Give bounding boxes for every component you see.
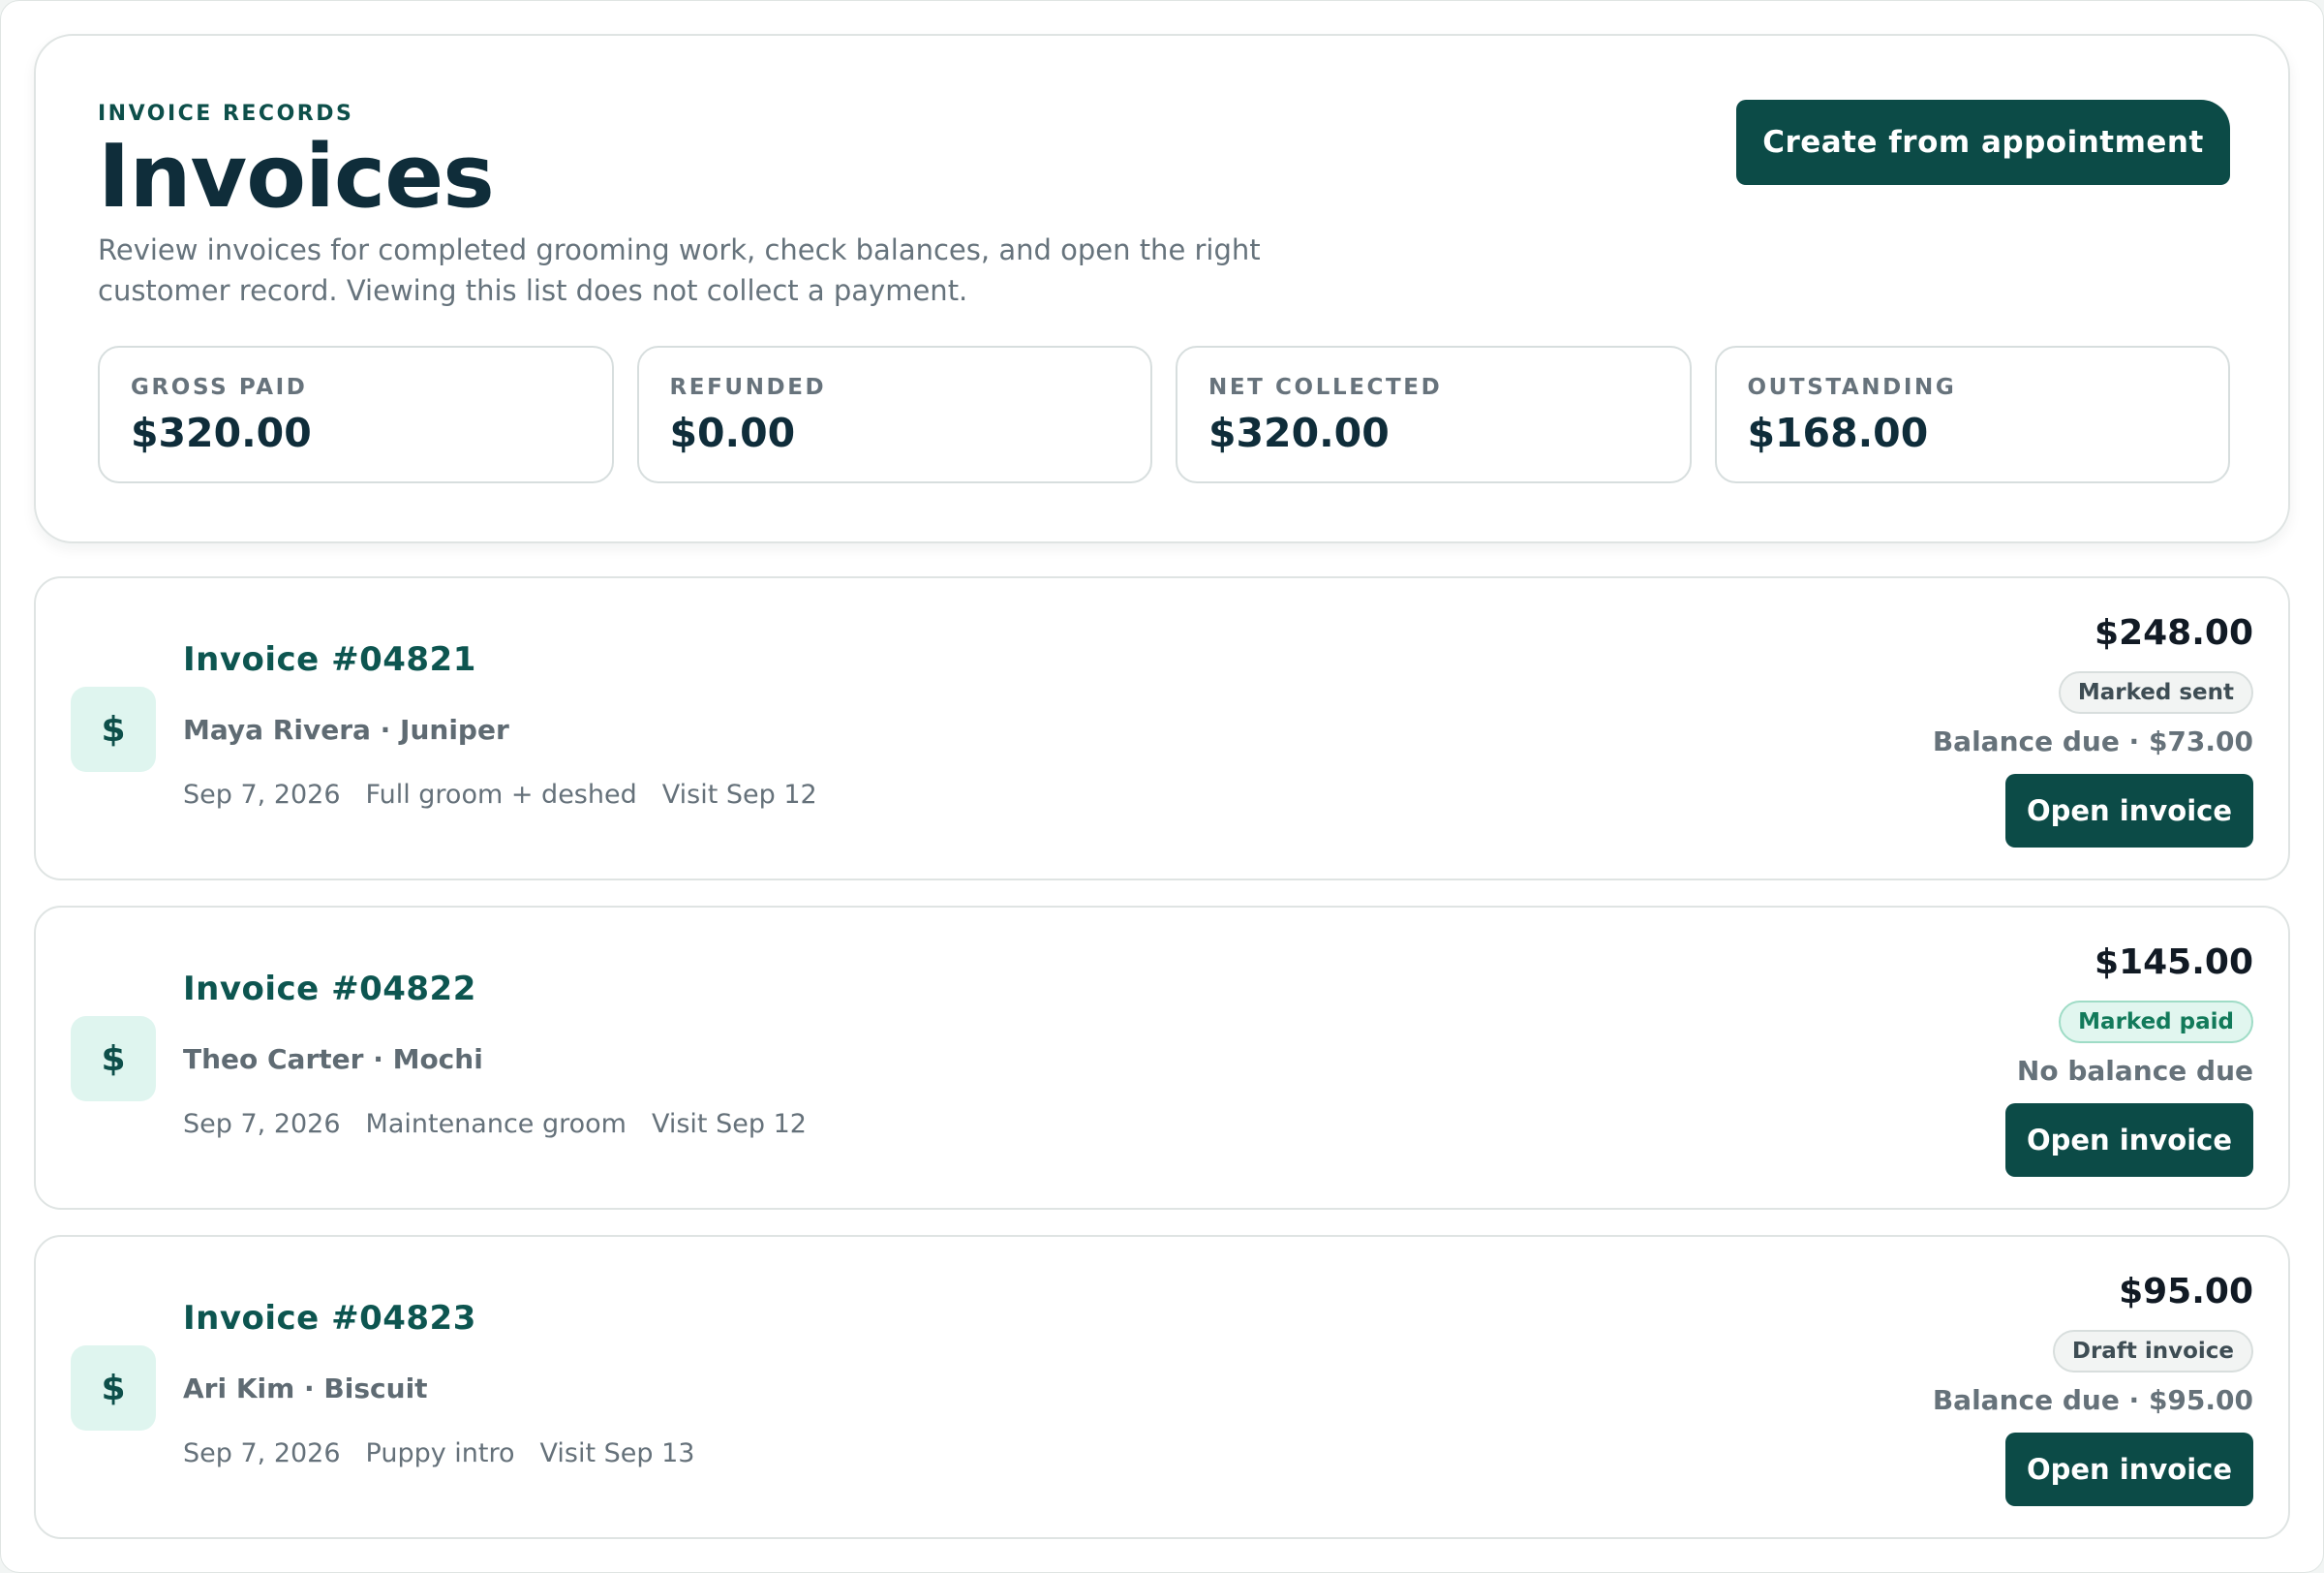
page-description: Review invoices for completed grooming w… xyxy=(98,233,1261,307)
invoice-header-card: INVOICE RECORDS Invoices Review invoices… xyxy=(34,34,2290,543)
invoice-row: $ Invoice #04821 Maya Rivera · Juniper S… xyxy=(34,576,2290,880)
stat-card-gross-paid: GROSS PAID $320.00 xyxy=(98,346,614,483)
invoice-row: $ Invoice #04823 Ari Kim · Biscuit Sep 7… xyxy=(34,1235,2290,1539)
invoice-amount: $145.00 xyxy=(2095,942,2253,982)
service-name: Maintenance groom xyxy=(365,1109,627,1139)
open-invoice-button[interactable]: Open invoice xyxy=(2005,1433,2253,1506)
invoice-date: Sep 7, 2026 xyxy=(183,1109,341,1139)
status-badge: Marked paid xyxy=(2059,1001,2253,1043)
customer-pet-name: Ari Kim · Biscuit xyxy=(183,1373,428,1404)
stat-card-outstanding: OUTSTANDING $168.00 xyxy=(1714,346,2230,483)
invoice-list: $ Invoice #04821 Maya Rivera · Juniper S… xyxy=(34,576,2290,1564)
customer-pet-name: Maya Rivera · Juniper xyxy=(183,714,509,746)
stat-card-refunded: REFUNDED $0.00 xyxy=(636,346,1152,483)
invoice-date: Sep 7, 2026 xyxy=(183,780,341,810)
dollar-icon: $ xyxy=(71,1345,156,1431)
invoice-amount: $95.00 xyxy=(2119,1272,2253,1311)
balance-status: Balance due · $73.00 xyxy=(1932,725,2253,757)
create-from-appointment-button[interactable]: Create from appointment xyxy=(1736,100,2230,185)
section-eyebrow: INVOICE RECORDS xyxy=(98,102,354,126)
invoice-number: Invoice #04823 xyxy=(183,1299,476,1338)
visit-date: Visit Sep 13 xyxy=(539,1438,695,1468)
status-badge: Draft invoice xyxy=(2052,1330,2253,1373)
status-badge: Marked sent xyxy=(2058,671,2253,714)
service-name: Puppy intro xyxy=(365,1438,515,1468)
invoice-meta: Sep 7, 2026 Maintenance groom Visit Sep … xyxy=(183,1109,807,1139)
summary-stats: GROSS PAID $320.00 REFUNDED $0.00 NET CO… xyxy=(98,346,2230,483)
visit-date: Visit Sep 12 xyxy=(661,780,817,810)
open-invoice-button[interactable]: Open invoice xyxy=(2005,774,2253,848)
stat-value: $168.00 xyxy=(1747,410,1929,456)
service-name: Full groom + deshed xyxy=(365,780,637,810)
invoice-date: Sep 7, 2026 xyxy=(183,1438,341,1468)
invoice-row: $ Invoice #04822 Theo Carter · Mochi Sep… xyxy=(34,906,2290,1210)
stat-label: NET COLLECTED xyxy=(1208,375,1443,400)
balance-status: Balance due · $95.00 xyxy=(1932,1384,2253,1416)
balance-status: No balance due xyxy=(2016,1055,2253,1087)
invoice-amount: $248.00 xyxy=(2095,613,2253,653)
stat-label: REFUNDED xyxy=(669,375,827,400)
stat-value: $320.00 xyxy=(131,410,312,456)
visit-date: Visit Sep 12 xyxy=(651,1109,807,1139)
stat-value: $0.00 xyxy=(669,410,796,456)
stat-value: $320.00 xyxy=(1208,410,1390,456)
invoice-number: Invoice #04821 xyxy=(183,640,476,679)
invoice-number: Invoice #04822 xyxy=(183,970,476,1008)
customer-pet-name: Theo Carter · Mochi xyxy=(183,1043,483,1075)
dollar-icon: $ xyxy=(71,687,156,772)
dollar-icon: $ xyxy=(71,1016,156,1101)
stat-card-net-collected: NET COLLECTED $320.00 xyxy=(1176,346,1692,483)
invoices-page: INVOICE RECORDS Invoices Review invoices… xyxy=(0,0,2324,1573)
stat-label: GROSS PAID xyxy=(131,375,308,400)
page-title: Invoices xyxy=(98,126,495,228)
invoice-meta: Sep 7, 2026 Full groom + deshed Visit Se… xyxy=(183,780,817,810)
open-invoice-button[interactable]: Open invoice xyxy=(2005,1103,2253,1177)
invoice-meta: Sep 7, 2026 Puppy intro Visit Sep 13 xyxy=(183,1438,694,1468)
stat-label: OUTSTANDING xyxy=(1747,375,1957,400)
